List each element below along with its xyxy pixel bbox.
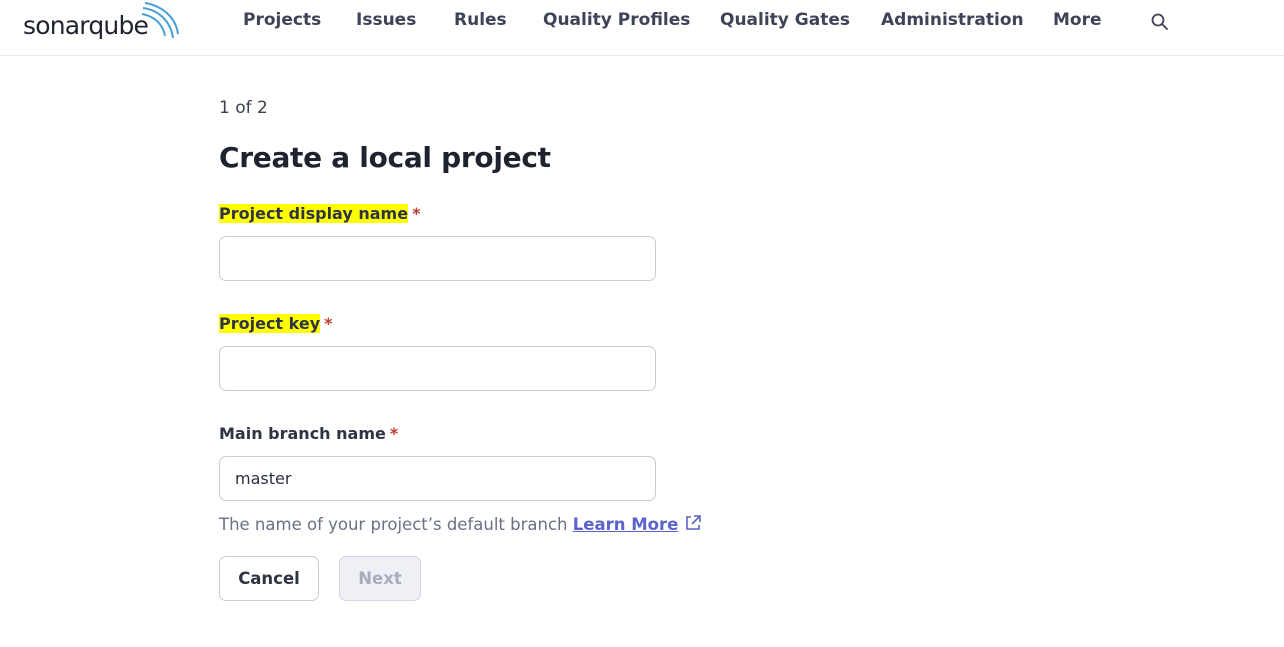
- nav-issues[interactable]: Issues: [356, 10, 416, 30]
- top-navigation-bar: qubesonarqube Projects Issues Rules Qual…: [0, 0, 1284, 56]
- learn-more-link[interactable]: Learn More: [573, 515, 679, 534]
- required-marker: *: [324, 314, 333, 333]
- project-key-label: Project key *: [219, 314, 333, 333]
- nav-projects[interactable]: Projects: [243, 10, 321, 30]
- search-icon: [1151, 13, 1168, 30]
- project-display-name-label-text: Project display name: [219, 204, 409, 223]
- nav-more[interactable]: More: [1053, 10, 1102, 30]
- nav-quality-gates[interactable]: Quality Gates: [720, 10, 850, 30]
- learn-more-label: Learn More: [572, 515, 679, 534]
- page-title: Create a local project: [219, 141, 551, 174]
- nav-quality-profiles[interactable]: Quality Profiles: [543, 10, 690, 30]
- main-branch-name-label: Main branch name *: [219, 424, 398, 443]
- wizard-step-indicator: 1 of 2: [219, 98, 268, 118]
- required-marker: *: [412, 204, 421, 223]
- project-key-label-text: Project key: [219, 314, 321, 333]
- nav-rules[interactable]: Rules: [454, 10, 507, 30]
- cancel-button[interactable]: Cancel: [219, 556, 319, 601]
- external-link-icon[interactable]: [684, 514, 702, 532]
- logo-wordmark: qubesonarqube: [23, 11, 149, 40]
- main-branch-help-text: The name of your project’s default branc…: [219, 514, 702, 534]
- required-marker: *: [389, 424, 399, 443]
- project-display-name-input[interactable]: [219, 236, 656, 281]
- project-display-name-label: Project display name *: [219, 204, 420, 223]
- help-text: The name of your project’s default branc…: [219, 515, 568, 534]
- logo-text-regular: sonar: [23, 11, 89, 40]
- sonar-waves-icon: [141, 2, 179, 39]
- project-key-input[interactable]: [219, 346, 656, 391]
- main-branch-name-label-text: Main branch name: [219, 424, 386, 443]
- next-button[interactable]: Next: [339, 556, 421, 601]
- nav-administration[interactable]: Administration: [881, 10, 1024, 30]
- search-button[interactable]: [1150, 12, 1172, 34]
- main-branch-name-input[interactable]: [219, 456, 656, 501]
